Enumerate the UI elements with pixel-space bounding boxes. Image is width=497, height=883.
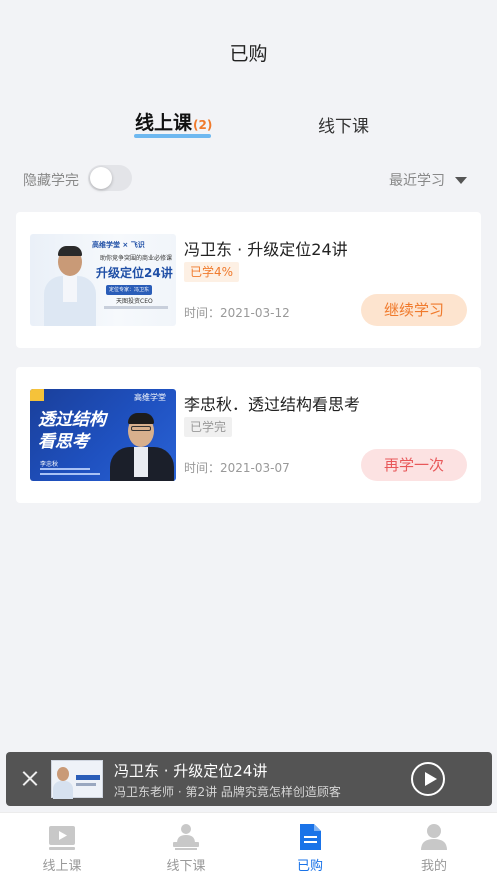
thumb-tag: 定位专家：冯卫东	[106, 285, 153, 295]
continue-learning-button[interactable]: 继续学习	[361, 294, 467, 326]
nav-purchased-label: 已购	[296, 859, 323, 874]
tab-online[interactable]: 线上课(2)	[135, 108, 212, 135]
thumb-subtitle: 助你竞争突围的商业必修课	[100, 255, 173, 262]
nav-purchased[interactable]: 已购	[270, 821, 350, 877]
thumb-brand: 高维学堂 × 飞识	[92, 241, 145, 249]
nav-online[interactable]: 线上课	[22, 821, 102, 877]
progress-badge: 已学4%	[184, 262, 240, 282]
filter-row: 隐藏学完 最近学习	[0, 164, 497, 194]
document-icon	[300, 824, 321, 850]
hide-finished-toggle[interactable]	[88, 165, 132, 191]
sort-dropdown[interactable]: 最近学习	[389, 170, 467, 190]
course-time: 时间：2021-03-12	[184, 306, 290, 320]
hide-finished-label: 隐藏学完	[23, 173, 79, 189]
course-card[interactable]: 透过结构 看思考 高维学堂 李忠秋 李忠秋．透过结构看思考 已学完 时间：202…	[16, 367, 481, 503]
thumb-title-line2: 看思考	[38, 432, 89, 452]
tab-online-count: (2)	[193, 118, 213, 132]
sort-label: 最近学习	[389, 173, 445, 189]
course-card[interactable]: 高维学堂 × 飞识 助你竞争突围的商业必修课 升级定位24讲 定位专家：冯卫东 …	[16, 212, 481, 348]
nav-offline-label: 线下课	[166, 859, 206, 874]
completed-badge: 已学完	[184, 417, 233, 437]
course-tabs: 线上课(2) 线下课	[0, 108, 497, 148]
video-icon	[49, 826, 75, 850]
nav-offline[interactable]: 线下课	[146, 821, 226, 877]
active-tab-indicator	[134, 134, 211, 138]
nav-mine[interactable]: 我的	[394, 821, 474, 877]
play-icon[interactable]	[411, 762, 445, 796]
thumb-role: 天图投资CEO	[116, 298, 153, 305]
player-title: 冯卫东 · 升级定位24讲	[114, 762, 268, 780]
tab-online-label: 线上课	[135, 112, 193, 134]
toggle-knob	[90, 167, 112, 189]
mini-player[interactable]: 冯卫东 · 升级定位24讲 冯卫东老师 · 第2讲 品牌究竟怎样创造顾客	[6, 752, 492, 806]
tab-offline[interactable]: 线下课	[318, 112, 369, 137]
page-title: 已购	[229, 42, 268, 65]
course-title: 李忠秋．透过结构看思考	[184, 395, 361, 414]
instructor-portrait	[40, 240, 100, 326]
course-thumbnail: 高维学堂 × 飞识 助你竞争突围的商业必修课 升级定位24讲 定位专家：冯卫东 …	[30, 234, 176, 326]
page-header: 已购	[0, 24, 497, 80]
course-thumbnail: 透过结构 看思考 高维学堂 李忠秋	[30, 389, 176, 481]
caret-down-icon	[455, 176, 467, 184]
bottom-nav: 线上课 线下课 已购 我的	[0, 812, 497, 883]
course-title: 冯卫东 · 升级定位24讲	[184, 240, 348, 259]
tab-offline-label: 线下课	[318, 117, 369, 137]
person-icon	[421, 824, 447, 850]
classroom-icon	[173, 824, 199, 850]
status-bar	[0, 0, 497, 24]
nav-online-label: 线上课	[42, 859, 82, 874]
player-subtitle: 冯卫东老师 · 第2讲 品牌究竟怎样创造顾客	[114, 785, 341, 799]
course-time: 时间：2021-03-07	[184, 461, 290, 475]
nav-mine-label: 我的	[420, 859, 447, 874]
relearn-button[interactable]: 再学一次	[361, 449, 467, 481]
thumb-main-title: 升级定位24讲	[96, 266, 173, 280]
thumb-instructor-name: 李忠秋	[40, 461, 59, 468]
player-thumbnail	[51, 760, 103, 799]
thumb-brand: 高维学堂	[134, 393, 166, 402]
close-icon[interactable]	[20, 768, 40, 788]
